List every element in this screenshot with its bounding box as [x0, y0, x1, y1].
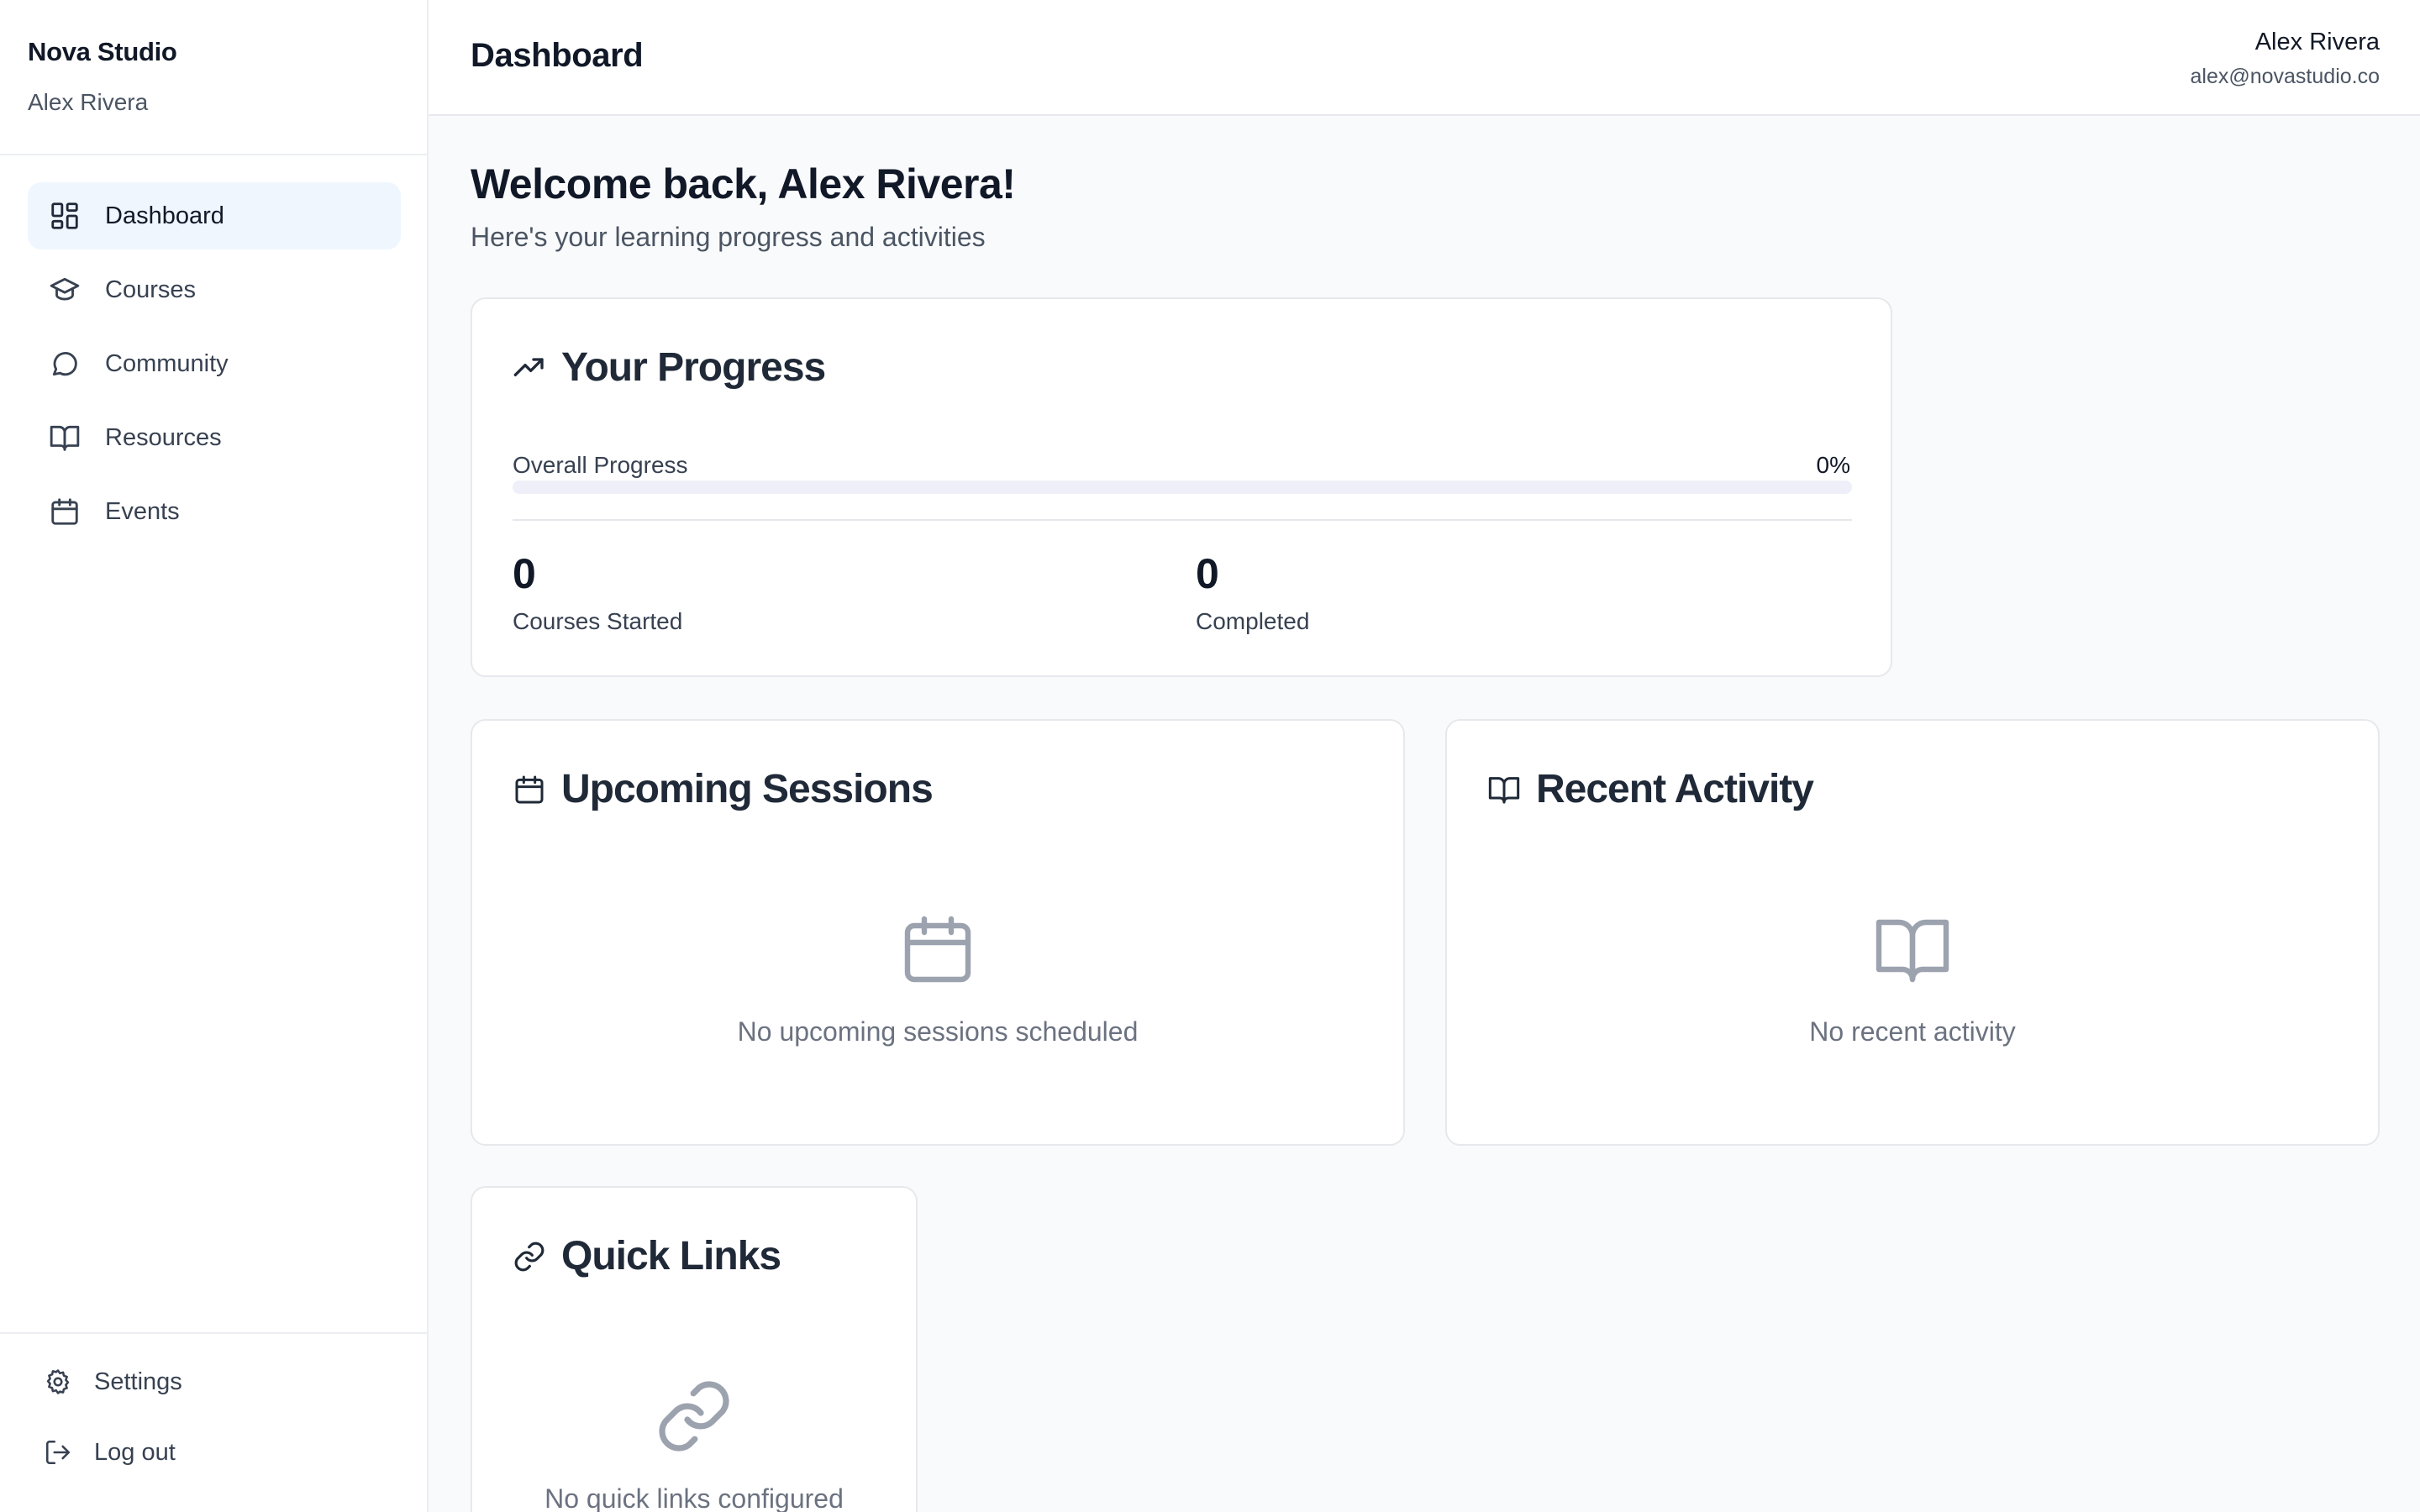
- stat-label: Completed: [1196, 608, 1310, 634]
- link-icon: [472, 1376, 916, 1457]
- card-header: Quick Links: [513, 1233, 781, 1279]
- overall-progress-value: 0%: [1816, 452, 1850, 478]
- sidebar-item-label: Courses: [105, 276, 196, 303]
- user-menu[interactable]: Alex Rivera alex@novastudio.co: [2190, 29, 2380, 89]
- sidebar-item-label: Events: [105, 497, 180, 525]
- book-open-icon: [1487, 772, 1523, 807]
- logout-label: Log out: [94, 1438, 176, 1466]
- card-title: Upcoming Sessions: [561, 767, 934, 811]
- logout-link[interactable]: Log out: [44, 1426, 427, 1478]
- settings-link[interactable]: Settings: [44, 1356, 427, 1408]
- trending-up-icon: [513, 350, 548, 386]
- graduation-cap-icon: [48, 273, 82, 307]
- empty-message: No recent activity: [1809, 1016, 2016, 1047]
- card-title: Your Progress: [561, 345, 826, 390]
- sidebar-item-label: Dashboard: [105, 202, 224, 229]
- sidebar-item-label: Community: [105, 349, 229, 377]
- card-title: Recent Activity: [1536, 767, 1814, 811]
- card-header: Recent Activity: [1487, 766, 1814, 812]
- page-title: Dashboard: [471, 37, 644, 74]
- sidebar-footer: Settings Log out: [0, 1332, 427, 1512]
- calendar-icon: [513, 772, 548, 807]
- topbar: Dashboard Alex Rivera alex@novastudio.co: [429, 0, 2420, 116]
- stat-courses-started: 0 Courses Started: [513, 549, 682, 635]
- brand-name[interactable]: Nova Studio: [28, 37, 427, 67]
- stat-value: 0: [1196, 550, 1219, 597]
- recent-activity-card: Recent Activity No recent activity: [1445, 719, 2380, 1146]
- progress-card: Your Progress Overall Progress 0% 0 Cour…: [471, 297, 1892, 677]
- sidebar-item-dashboard[interactable]: Dashboard: [28, 182, 401, 249]
- empty-state: No quick links configured: [472, 1376, 916, 1512]
- dashboard-icon: [48, 199, 82, 233]
- sidebar-item-community[interactable]: Community: [28, 330, 401, 397]
- calendar-icon: [48, 495, 82, 528]
- welcome-heading: Welcome back, Alex Rivera!: [471, 160, 1016, 207]
- empty-state: No upcoming sessions scheduled: [472, 909, 1403, 1047]
- empty-message: No upcoming sessions scheduled: [737, 1016, 1139, 1047]
- stat-label: Courses Started: [513, 608, 683, 634]
- settings-label: Settings: [94, 1368, 182, 1395]
- stat-completed: 0 Completed: [1196, 549, 1309, 635]
- book-open-icon: [1447, 909, 2378, 990]
- chat-bubble-icon: [48, 347, 82, 381]
- logout-icon: [44, 1437, 74, 1467]
- book-open-icon: [48, 421, 82, 454]
- sidebar-nav: Dashboard Courses Community Resources Ev…: [0, 155, 427, 545]
- empty-message: No quick links configured: [544, 1483, 844, 1512]
- sidebar-item-courses[interactable]: Courses: [28, 256, 401, 323]
- brand-block: Nova Studio Alex Rivera: [0, 0, 427, 155]
- main-content: Welcome back, Alex Rivera! Here's your l…: [429, 116, 2420, 1512]
- upcoming-sessions-card: Upcoming Sessions No upcoming sessions s…: [471, 719, 1405, 1146]
- gear-icon: [44, 1367, 74, 1397]
- sidebar-item-resources[interactable]: Resources: [28, 404, 401, 471]
- empty-state: No recent activity: [1447, 909, 2378, 1047]
- quick-links-card: Quick Links No quick links configured: [471, 1186, 918, 1512]
- sidebar-user-name: Alex Rivera: [28, 89, 149, 115]
- divider: [513, 519, 1852, 521]
- user-name: Alex Rivera: [2254, 29, 2380, 55]
- stat-value: 0: [513, 550, 536, 597]
- welcome-subtitle: Here's your learning progress and activi…: [471, 222, 986, 252]
- sidebar: Nova Studio Alex Rivera Dashboard Course…: [0, 0, 429, 1512]
- calendar-icon: [472, 909, 1403, 990]
- progress-bar: [513, 480, 1852, 494]
- sidebar-item-label: Resources: [105, 423, 222, 451]
- card-header: Your Progress: [513, 344, 826, 391]
- link-icon: [513, 1239, 548, 1274]
- card-title: Quick Links: [561, 1234, 781, 1278]
- sidebar-item-events[interactable]: Events: [28, 478, 401, 545]
- overall-progress-label: Overall Progress: [513, 452, 688, 478]
- user-email: alex@novastudio.co: [2190, 65, 2380, 88]
- card-header: Upcoming Sessions: [513, 766, 934, 812]
